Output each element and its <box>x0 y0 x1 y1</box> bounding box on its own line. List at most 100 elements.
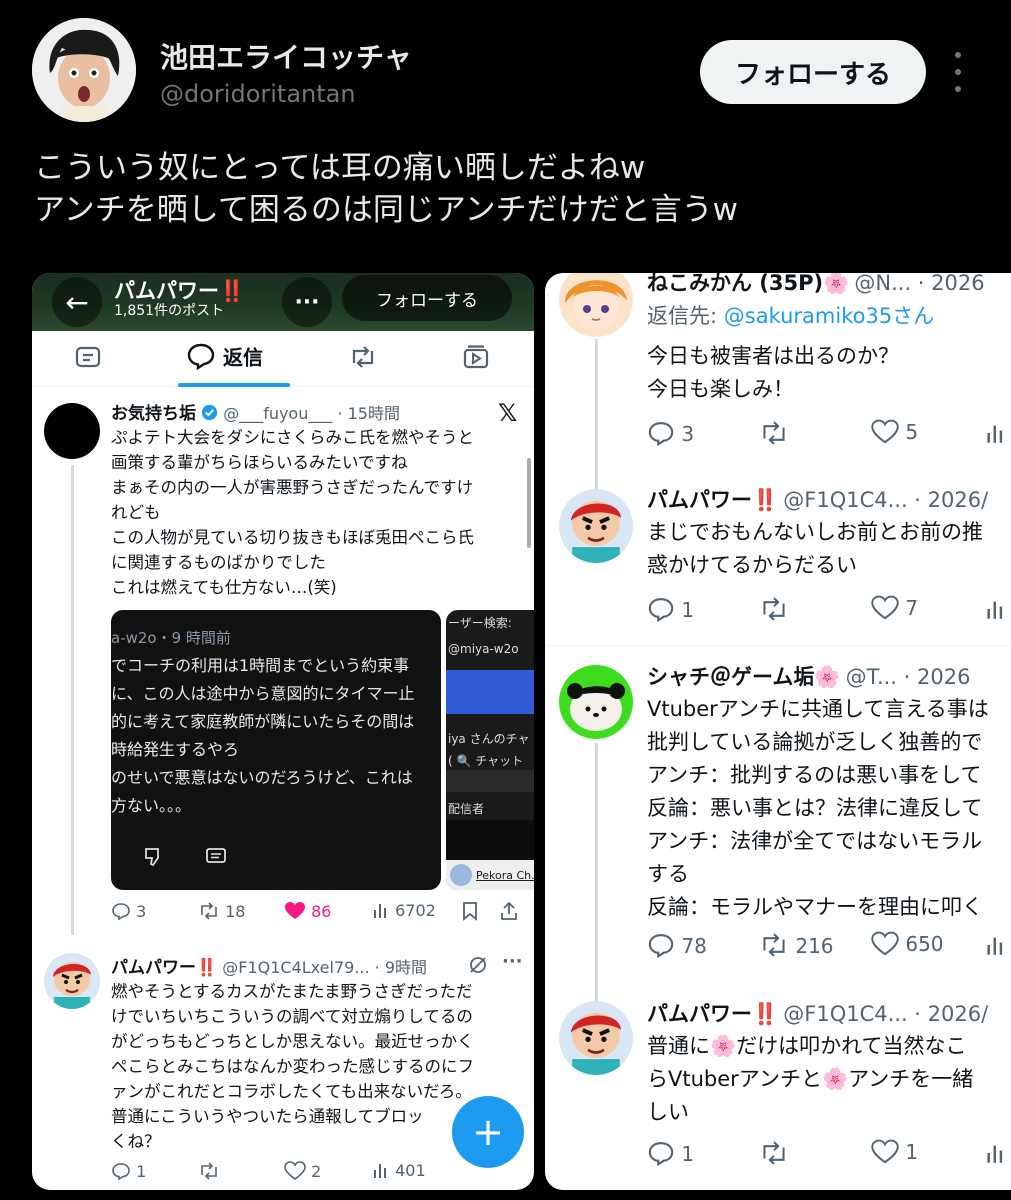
tweet-text-line: 画策する輩がちらほらいるみたいですね <box>111 453 408 472</box>
view-icon[interactable] <box>985 1141 1007 1169</box>
reply-author-name[interactable]: ねこみかん (35P)🌸 <box>647 273 849 295</box>
tweet-text-line: くね？ <box>111 1132 161 1151</box>
tab-replies[interactable]: 返信 <box>186 341 263 371</box>
like-count[interactable]: 1 <box>871 1139 918 1165</box>
tweet-text-line: ぺこらとみこちはなんか変わった感じするのにフ <box>111 1057 474 1076</box>
reply-text-line: 惑かけてるからだるい <box>647 553 857 577</box>
more-options-icon[interactable]: ··· <box>282 277 332 327</box>
back-arrow-icon[interactable]: ← <box>52 277 102 327</box>
avatar[interactable] <box>559 273 633 337</box>
avatar[interactable] <box>559 489 633 563</box>
grok-icon[interactable] <box>468 955 488 979</box>
tweet-text-line: まぁその内の一人が害悪野うさぎだったんですけ <box>111 478 474 497</box>
media-text: のせいで悪意はないのだろうけど、これは <box>111 768 413 787</box>
follow-button[interactable]: フォローする <box>342 275 512 321</box>
reply-text-line: まじでおもんないしお前とお前の推 <box>647 520 983 544</box>
view-count-value: 401 <box>395 1161 426 1180</box>
tweet-media-image-2[interactable]: ーザー検索: @miya-w2o iya さんのチャ ( 🔍 チャット 配信者 … <box>446 610 534 890</box>
more-options-icon[interactable] <box>946 52 970 92</box>
tweet-handle[interactable]: @F1Q1C4Lxel79... <box>222 958 369 977</box>
retweet-count[interactable]: 216 <box>759 931 834 959</box>
tweet-time[interactable]: · 15時間 <box>337 404 400 423</box>
reply-text-line: しい <box>647 1100 689 1124</box>
avatar[interactable] <box>44 403 100 459</box>
retweet-icon[interactable] <box>759 419 789 451</box>
reply-author-name[interactable]: パムパワー‼️ <box>647 488 778 512</box>
avatar[interactable] <box>559 1001 633 1075</box>
media-text: ーザー検索: <box>448 616 512 630</box>
tweet-time[interactable]: · 9時間 <box>375 958 427 977</box>
thumbs-down-icon <box>143 846 165 872</box>
retweet-count-value: 18 <box>225 902 246 921</box>
reply-handle[interactable]: @T... · 2026 <box>846 665 971 689</box>
tweet-text-line: ぷよテト大会をダシにさくらみこ氏を燃やそうと <box>111 428 474 447</box>
share-icon[interactable] <box>499 900 519 926</box>
media-text: 方ない。。。 <box>111 796 192 815</box>
reply-count[interactable]: 1 <box>647 1139 694 1167</box>
attached-screenshot-right[interactable]: ねこみかん (35P)🌸 @N... · 2026 返信先: @sakurami… <box>545 273 1011 1190</box>
compose-button[interactable]: + <box>452 1096 524 1168</box>
tweet-author-name[interactable]: お気持ち垢 <box>111 404 196 424</box>
tweet-text-line: がどっちもどっちとしか思えない。最近せっかく <box>111 1032 474 1051</box>
media-tab-icon[interactable] <box>462 343 490 376</box>
more-options-icon[interactable]: ··· <box>502 951 523 972</box>
tweet-text-line: この人物が見ている切り抜きもほぼ兎田ぺこら氏 <box>111 528 474 547</box>
retweet-count[interactable]: 18 <box>198 901 245 921</box>
reply-count[interactable]: 1 <box>647 595 694 623</box>
reply-handle[interactable]: @F1Q1C4... · 2026/ <box>783 488 988 512</box>
retweet-icon[interactable] <box>759 595 789 627</box>
view-icon[interactable] <box>985 421 1007 449</box>
reply-text-line: らVtuberアンチと🌸アンチを一緒 <box>647 1067 974 1091</box>
retweet-icon[interactable] <box>198 1161 220 1181</box>
reply-count-value: 3 <box>681 422 695 446</box>
x-logo-icon: 𝕏 <box>498 399 518 427</box>
posts-tab-icon[interactable] <box>74 343 102 376</box>
post-text-line-1: こういう奴にとっては耳の痛い晒しだよねw <box>34 150 646 186</box>
avatar[interactable] <box>559 665 633 739</box>
scrollbar[interactable] <box>527 458 531 548</box>
active-tab-indicator <box>178 383 290 387</box>
reply-count-value: 1 <box>681 598 695 622</box>
like-count-value: 2 <box>311 1162 322 1181</box>
media-text: 配信者 <box>448 802 485 816</box>
reply-handle[interactable]: @N... · 2026 <box>854 273 984 295</box>
bookmark-icon[interactable] <box>461 901 479 925</box>
post-count: 1,851件のポスト <box>114 303 225 319</box>
follow-button[interactable]: フォローする <box>700 40 926 104</box>
author-name[interactable]: 池田エライコッチャ <box>160 36 412 76</box>
thread-line <box>595 339 598 499</box>
view-icon[interactable] <box>985 597 1007 625</box>
retweet-icon[interactable] <box>759 1139 789 1171</box>
view-count[interactable]: 401 <box>372 1161 426 1180</box>
view-icon[interactable] <box>985 933 1007 961</box>
avatar[interactable] <box>44 953 100 1009</box>
media-text: ( 🔍 チャット <box>448 754 524 768</box>
repost-tab-icon[interactable] <box>348 343 378 376</box>
reply-author-name[interactable]: シャチ＠ゲーム垢🌸 <box>647 665 841 689</box>
reply-count[interactable]: 3 <box>647 419 694 447</box>
author-handle[interactable]: @doridoritantan <box>160 80 356 108</box>
media-text: に、この人は途中から意図的にタイマー止 <box>111 684 415 703</box>
reply-author-name[interactable]: パムパワー‼️ <box>647 1002 778 1026</box>
like-count[interactable]: 650 <box>871 931 944 957</box>
like-count[interactable]: 86 <box>284 901 331 921</box>
reply-count[interactable]: 78 <box>647 931 707 959</box>
view-count[interactable]: 6702 <box>372 901 436 920</box>
tweet-text-line: 普通にこういうやついたら通報してブロッ <box>111 1107 424 1126</box>
reply-text-line: アンチ：法律が全てではないモラル <box>647 829 983 853</box>
reply-text-line: 批判している論拠が乏しく独善的で <box>647 730 983 754</box>
like-count[interactable]: 5 <box>871 419 918 445</box>
reply-count[interactable]: 3 <box>111 901 146 921</box>
like-count-value: 1 <box>905 1140 919 1164</box>
tweet-media-image[interactable]: a-w2o・9 時間前 でコーチの利用は1時間までという約束事 に、この人は途中… <box>111 610 441 890</box>
reply-handle[interactable]: @F1Q1C4... · 2026/ <box>783 1002 988 1026</box>
attached-screenshot-left[interactable]: ← パムパワー‼️ 1,851件のポスト ··· フォローする 返信 お気持ち垢… <box>32 273 534 1190</box>
tweet-author-name[interactable]: パムパワー‼️ <box>111 958 217 978</box>
media-divider <box>446 770 534 792</box>
like-count[interactable]: 2 <box>284 1161 321 1181</box>
like-count[interactable]: 7 <box>871 595 918 621</box>
reply-count[interactable]: 1 <box>111 1161 146 1181</box>
author-avatar[interactable] <box>32 18 136 122</box>
tweet-handle[interactable]: @___fuyou___ <box>223 404 332 423</box>
reply-to-user-link[interactable]: @sakuramiko35さん <box>724 304 934 328</box>
